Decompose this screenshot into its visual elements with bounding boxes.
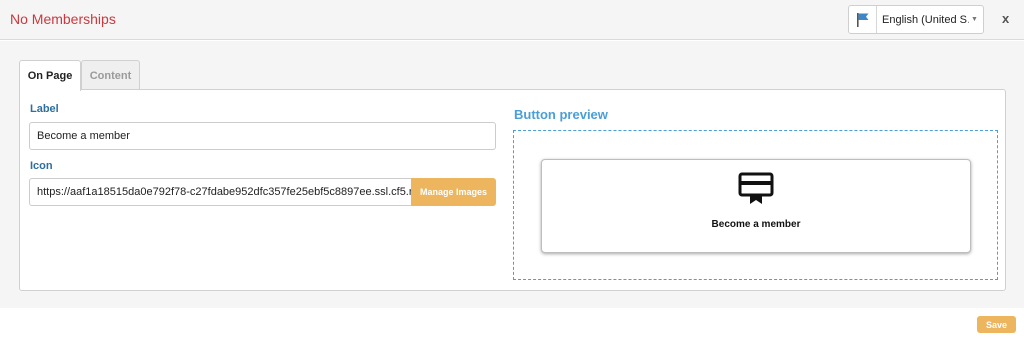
icon-url-input[interactable] — [29, 178, 411, 206]
modal-title: No Memberships — [10, 11, 116, 27]
modal-footer: Save — [0, 308, 1024, 340]
label-input[interactable] — [29, 122, 496, 150]
language-select-value: English (United S… — [882, 13, 969, 26]
save-button[interactable]: Save — [977, 316, 1016, 333]
tab-content[interactable]: Content — [81, 60, 140, 90]
chevron-down-icon: ▼ — [971, 16, 978, 23]
flag-icon — [849, 6, 877, 33]
preview-title: Button preview — [514, 107, 608, 122]
close-button[interactable]: x — [1002, 11, 1009, 26]
label-field-label: Label — [30, 103, 59, 115]
preview-button: Become a member — [541, 159, 971, 253]
tab-panel: Label Icon Manage Images Button preview … — [19, 89, 1006, 291]
membership-card-icon — [738, 172, 774, 211]
manage-images-button[interactable]: Manage Images — [411, 178, 496, 206]
language-select[interactable]: English (United S… ▼ — [848, 5, 984, 34]
icon-field-label: Icon — [30, 160, 53, 172]
preview-button-label: Become a member — [711, 219, 801, 230]
modal-body: On Page Content Label Icon Manage Images… — [0, 41, 1024, 308]
tab-on-page[interactable]: On Page — [19, 60, 81, 91]
modal-header: No Memberships English (United S… ▼ x — [0, 0, 1024, 40]
preview-area: Become a member — [513, 130, 998, 280]
